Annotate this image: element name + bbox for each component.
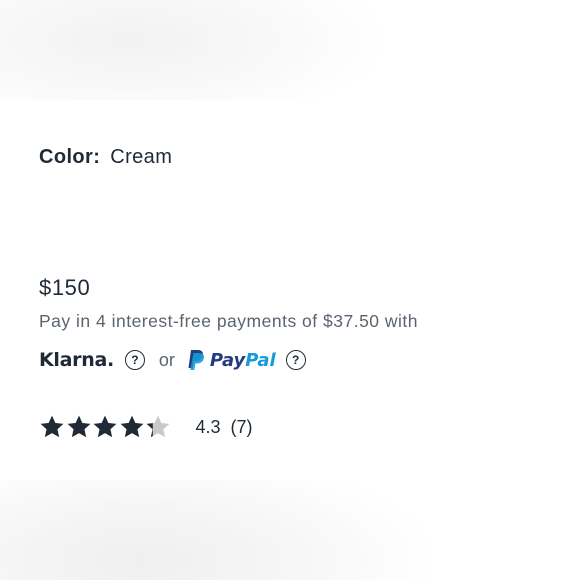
review-count[interactable]: (7) xyxy=(231,417,253,438)
rating-stars xyxy=(39,414,172,440)
top-image-fade xyxy=(0,0,580,100)
paypal-pal-text: Pal xyxy=(245,349,276,371)
star-icon xyxy=(146,415,170,438)
product-price: $150 xyxy=(39,275,91,300)
star-icon xyxy=(67,415,90,438)
rating-value: 4.3 xyxy=(195,416,221,437)
bottom-image-fade xyxy=(0,480,580,580)
color-selection: Color: Cream xyxy=(39,146,172,169)
or-separator: or xyxy=(158,349,175,370)
color-value: Cream xyxy=(110,146,173,168)
star-icon xyxy=(93,415,117,438)
star-icon xyxy=(40,415,64,438)
paypal-help-icon[interactable]: ? xyxy=(285,350,306,370)
paypal-p-icon xyxy=(188,350,204,370)
product-rating[interactable]: 4.3 (7) xyxy=(39,412,253,442)
klarna-logo[interactable]: Klarna. xyxy=(39,349,114,371)
payment-providers: Klarna. ? or PayPal ? xyxy=(39,347,306,373)
paypal-logo[interactable]: PayPal xyxy=(187,349,276,371)
klarna-help-icon[interactable]: ? xyxy=(124,350,145,370)
installment-message: Pay in 4 interest-free payments of $37.5… xyxy=(39,311,419,331)
paypal-pay-text: Pay xyxy=(209,349,246,371)
paypal-wordmark: PayPal xyxy=(210,350,276,371)
color-label: Color: xyxy=(39,146,101,168)
star-icon xyxy=(120,415,143,438)
